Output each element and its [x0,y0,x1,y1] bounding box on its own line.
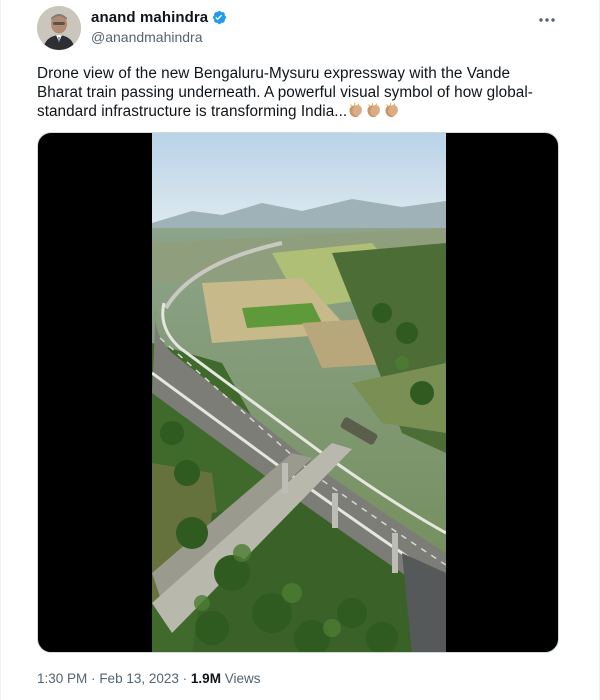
author-display-name-text: anand mahindra [91,9,209,26]
profile-photo-icon [37,6,81,50]
tweet-body: Drone view of the new Bengaluru-Mysuru e… [37,65,533,120]
clap-emoji-group [347,102,400,119]
author-names: anand mahindra @anandmahindra [91,9,228,45]
meta-separator: · [91,671,96,686]
tweet-meta: 1:30 PM · Feb 13, 2023 · 1.9M Views [37,671,260,686]
views-label: Views [224,671,261,686]
clapping-hands-emoji-icon [349,102,363,118]
more-options-button[interactable] [535,10,559,30]
tweet-text: Drone view of the new Bengaluru-Mysuru e… [37,64,557,121]
tweet-header: anand mahindra @anandmahindra [37,6,579,50]
video-player[interactable] [152,133,446,652]
verified-badge-icon[interactable] [211,9,228,26]
tweet-time[interactable]: 1:30 PM [37,671,87,686]
author-display-name[interactable]: anand mahindra [91,9,228,26]
views-count: 1.9M [190,671,221,686]
avatar[interactable] [37,6,81,50]
tweet-card: anand mahindra @anandmahindra Drone view… [0,0,600,700]
clapping-hands-emoji-icon [385,102,399,118]
more-dots-icon [539,18,555,22]
author-handle[interactable]: @anandmahindra [91,29,228,45]
meta-separator-2: · [182,671,188,686]
tweet-media[interactable] [37,132,559,653]
clapping-hands-emoji-icon [367,102,381,118]
tweet-date[interactable]: Feb 13, 2023 [99,671,179,686]
aerial-expressway-video-icon [152,133,446,652]
